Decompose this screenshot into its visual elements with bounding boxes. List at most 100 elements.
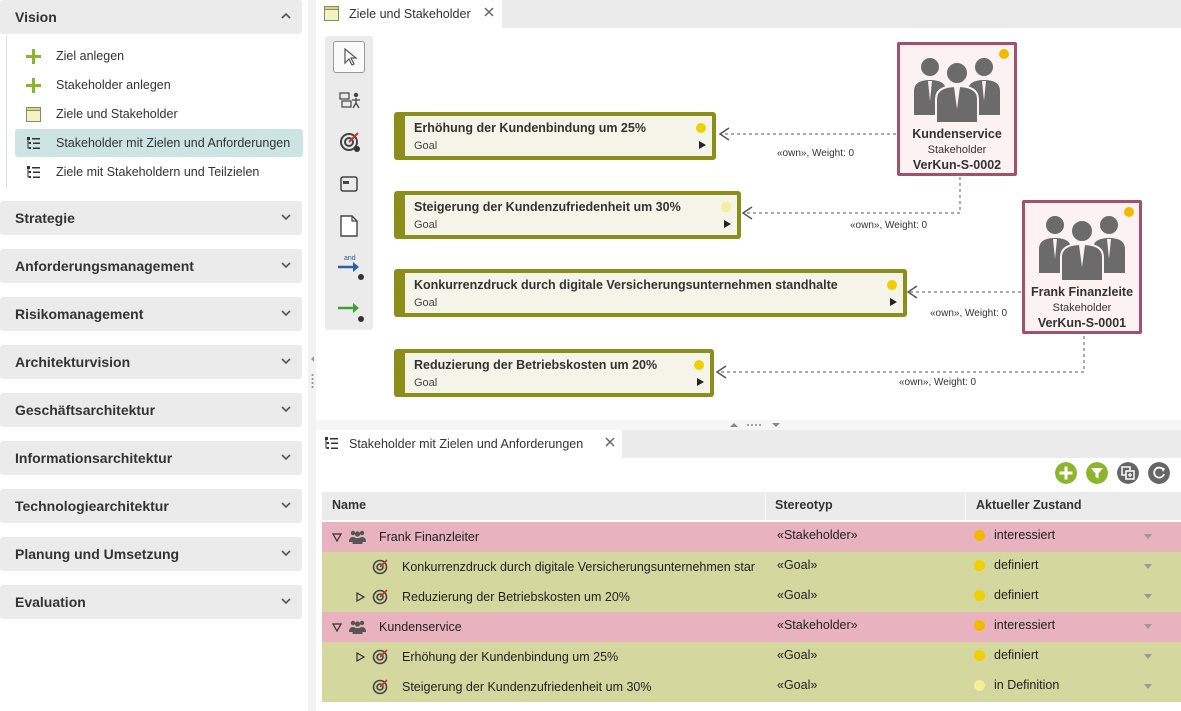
goal-box[interactable]: Steigerung der Kundenzufriedenheit um 30… [394, 191, 741, 239]
filter-icon[interactable] [1086, 462, 1108, 484]
goal-box[interactable]: Konkurrenzdruck durch digitale Versicher… [394, 269, 907, 317]
section-anforderungsmanagement-header[interactable]: Anforderungsmanagement [0, 249, 302, 283]
relation-tool[interactable] [333, 292, 365, 324]
sidebar-item-ziele-mit-stakeholdern[interactable]: Ziele mit Stakeholdern und Teilzielen [15, 158, 303, 186]
element-tool[interactable] [333, 168, 365, 200]
sidebar-item-ziel-anlegen[interactable]: Ziel anlegen [15, 42, 303, 70]
stakeholder-box[interactable]: Kundenservice Stakeholder VerKun-S-0002 [897, 42, 1017, 176]
relation-label: «own», Weight: 0 [899, 377, 977, 388]
row-stereotype: «Stakeholder» [777, 618, 858, 632]
expanded-triangle-icon[interactable] [332, 622, 342, 632]
section-geschaeftsarchitektur-header[interactable]: Geschäftsarchitektur [0, 393, 302, 427]
goal-box[interactable]: Erhöhung der Kundenbindung um 25% Goal [394, 112, 716, 160]
collapsed-triangle-icon[interactable] [355, 652, 365, 662]
stakeholder-box[interactable]: Frank Finanzleite Stakeholder VerKun-S-0… [1022, 200, 1142, 334]
state-dropdown-icon[interactable] [1144, 534, 1152, 539]
row-state: interessiert [994, 618, 1056, 632]
state-dropdown-icon[interactable] [1144, 654, 1152, 659]
row-state: in Definition [994, 678, 1060, 692]
splitter-grip-icon [730, 423, 780, 427]
add-icon[interactable] [1055, 462, 1077, 484]
section-title: Evaluation [15, 594, 86, 610]
row-name: Erhöhung der Kundenbindung um 25% [402, 650, 619, 664]
expand-arrow-icon[interactable] [890, 298, 897, 306]
table-header: Name Stereotyp Aktueller Zustand [322, 492, 1181, 520]
column-separator[interactable] [765, 492, 766, 520]
horizontal-splitter[interactable] [316, 420, 1181, 430]
stakeholder-group-icon [349, 620, 366, 634]
tab-ziele-und-stakeholder[interactable]: Ziele und Stakeholder [316, 0, 502, 28]
note-tool[interactable] [333, 210, 365, 242]
goal-name: Steigerung der Kundenzufriedenheit um 30… [414, 200, 681, 214]
collapsed-triangle-icon[interactable] [355, 592, 365, 602]
table-row[interactable]: Kundenservice «Stakeholder» interessiert [322, 612, 1181, 642]
expand-arrow-icon[interactable] [699, 141, 706, 149]
sidebar-item-stakeholder-anlegen[interactable]: Stakeholder anlegen [15, 71, 303, 99]
section-architekturvision-header[interactable]: Architekturvision [0, 345, 302, 379]
section-title: Vision [15, 9, 57, 25]
expanded-triangle-icon[interactable] [332, 532, 342, 542]
diagram-canvas[interactable]: Erhöhung der Kundenbindung um 25% Goal S… [316, 28, 1181, 420]
column-header-zustand[interactable]: Aktueller Zustand [976, 498, 1082, 512]
stakeholder-stereotype: Stakeholder [927, 144, 987, 156]
relation-label: «own», Weight: 0 [777, 148, 855, 159]
expand-arrow-icon[interactable] [724, 220, 731, 228]
sidebar-item-label: Stakeholder anlegen [56, 78, 171, 92]
goal-tool[interactable] [333, 126, 365, 158]
sidebar-item-ziele-und-stakeholder[interactable]: Ziele und Stakeholder [15, 100, 303, 128]
stakeholder-id: VerKun-S-0001 [1037, 316, 1127, 330]
chevron-down-icon [281, 214, 291, 221]
splitter-grip-icon [311, 356, 314, 388]
row-name: Steigerung der Kundenzufriedenheit um 30… [402, 680, 652, 694]
goal-body: Reduzierung der Betriebskosten um 20% Go… [405, 353, 710, 393]
table-row[interactable]: Frank Finanzleiter «Stakeholder» interes… [322, 522, 1181, 552]
tree-list-icon [27, 137, 40, 149]
close-icon[interactable] [483, 6, 495, 18]
table-row[interactable]: Erhöhung der Kundenbindung um 25% «Goal»… [322, 642, 1181, 672]
tab-stakeholder-mit-zielen[interactable]: Stakeholder mit Zielen und Anforderungen [316, 430, 622, 458]
section-title: Risikomanagement [15, 306, 144, 322]
section-informationsarchitektur-header[interactable]: Informationsarchitektur [0, 441, 302, 475]
section-title: Architekturvision [15, 354, 131, 370]
row-stereotype: «Goal» [777, 678, 818, 692]
group-icon[interactable] [1117, 462, 1139, 484]
column-header-name[interactable]: Name [332, 498, 366, 512]
chevron-down-icon [281, 598, 291, 605]
column-separator[interactable] [965, 492, 966, 520]
table-row[interactable]: Steigerung der Kundenzufriedenheit um 30… [322, 672, 1181, 702]
section-risikomanagement-header[interactable]: Risikomanagement [0, 297, 302, 331]
and-relation-tool[interactable]: and [333, 250, 365, 282]
row-state: definiert [994, 588, 1039, 602]
state-dropdown-icon[interactable] [1144, 594, 1152, 599]
section-vision-header[interactable]: Vision [0, 0, 302, 34]
plus-icon [26, 49, 41, 64]
state-dropdown-icon[interactable] [1144, 684, 1152, 689]
vertical-splitter[interactable] [308, 0, 316, 711]
table-row[interactable]: Reduzierung der Betriebskosten um 20% «G… [322, 582, 1181, 612]
row-stereotype: «Goal» [777, 588, 818, 602]
section-evaluation-header[interactable]: Evaluation [0, 585, 302, 619]
row-state: definiert [994, 648, 1039, 662]
section-strategie-header[interactable]: Strategie [0, 201, 302, 235]
tree-list-icon [27, 166, 40, 178]
sidebar-item-stakeholder-mit-zielen[interactable]: Stakeholder mit Zielen und Anforderungen [15, 129, 303, 157]
stakeholder-tool[interactable] [333, 84, 365, 116]
state-dropdown-icon[interactable] [1144, 624, 1152, 629]
relation-label: «own», Weight: 0 [850, 220, 928, 231]
column-header-stereotyp[interactable]: Stereotyp [775, 498, 833, 512]
table-row[interactable]: Konkurrenzdruck durch digitale Versicher… [322, 552, 1181, 582]
section-planung-header[interactable]: Planung und Umsetzung [0, 537, 302, 571]
state-dropdown-icon[interactable] [1144, 564, 1152, 569]
goal-box[interactable]: Reduzierung der Betriebskosten um 20% Go… [394, 349, 714, 397]
expand-arrow-icon[interactable] [697, 378, 704, 386]
green-arrow-icon [338, 303, 364, 322]
close-icon[interactable] [604, 436, 616, 448]
pointer-tool[interactable] [333, 41, 365, 73]
diagram-pane: Ziele und Stakeholder Erhöhung der Kunde… [316, 0, 1181, 420]
section-technologiearchitektur-header[interactable]: Technologiearchitektur [0, 489, 302, 523]
status-dot [721, 202, 731, 212]
refresh-icon[interactable] [1148, 462, 1170, 484]
status-dot [887, 280, 897, 290]
stakeholder-group-icon [349, 530, 366, 544]
row-state: definiert [994, 558, 1039, 572]
